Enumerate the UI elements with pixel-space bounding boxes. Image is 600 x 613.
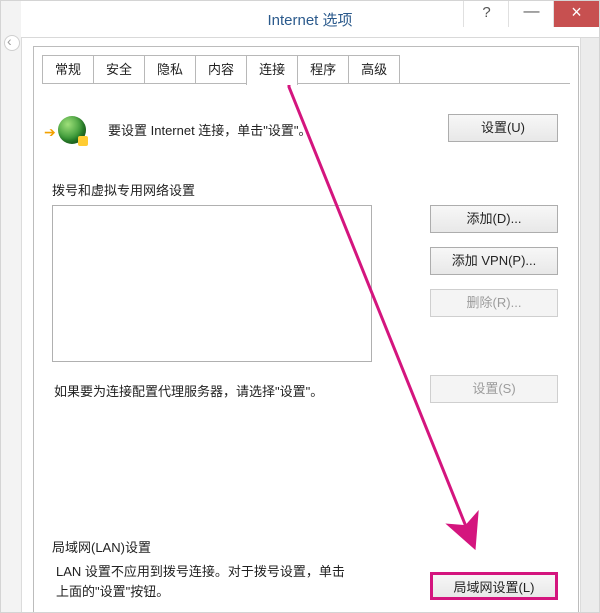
add-vpn-button[interactable]: 添加 VPN(P)...: [430, 247, 558, 275]
right-scroll-strip: [580, 37, 599, 613]
help-button[interactable]: ?: [463, 1, 509, 27]
dialup-connections-list[interactable]: [52, 205, 372, 362]
tab-advanced[interactable]: 高级: [348, 55, 400, 83]
close-button[interactable]: ×: [553, 1, 599, 27]
globe-icon: ➔: [54, 114, 88, 148]
tab-privacy[interactable]: 隐私: [144, 55, 196, 83]
proxy-note: 如果要为连接配置代理服务器，请选择"设置"。: [54, 381, 323, 400]
lan-settings-button[interactable]: 局域网设置(L): [430, 572, 558, 600]
setup-text: 要设置 Internet 连接，单击"设置"。: [108, 120, 312, 139]
tab-strip: 常规 安全 隐私 内容 连接 程序 高级: [42, 55, 570, 84]
left-window-strip: [1, 1, 22, 613]
lan-note-line1: LAN 设置不应用到拨号连接。对于拨号设置，单击: [56, 564, 345, 579]
title-bar: Internet 选项 ? — ×: [21, 1, 599, 38]
remove-button: 删除(R)...: [430, 289, 558, 317]
setup-row: ➔ 要设置 Internet 连接，单击"设置"。 设置(U): [48, 108, 564, 172]
back-icon[interactable]: [4, 35, 20, 51]
dialup-group-label: 拨号和虚拟专用网络设置: [52, 180, 564, 199]
add-button[interactable]: 添加(D)...: [430, 205, 558, 233]
lan-group-label: 局域网(LAN)设置: [52, 537, 564, 556]
tab-security[interactable]: 安全: [93, 55, 145, 83]
lan-note-line2: 上面的"设置"按钮。: [56, 584, 169, 599]
internet-options-dialog: 常规 安全 隐私 内容 连接 程序 高级 ➔ 要设置 Internet 连接，单…: [33, 46, 579, 612]
minimize-button[interactable]: —: [508, 1, 554, 27]
tab-connections[interactable]: 连接: [246, 55, 298, 85]
tab-content[interactable]: 内容: [195, 55, 247, 83]
dialog-body: ➔ 要设置 Internet 连接，单击"设置"。 设置(U) 拨号和虚拟专用网…: [34, 84, 578, 602]
tab-general[interactable]: 常规: [42, 55, 94, 83]
lan-note: LAN 设置不应用到拨号连接。对于拨号设置，单击 上面的"设置"按钮。: [56, 562, 386, 602]
dial-settings-button: 设置(S): [430, 375, 558, 403]
app-frame: Internet 选项 ? — × 常规 安全 隐私 内容 连接 程序 高级 ➔…: [0, 0, 600, 613]
tab-programs[interactable]: 程序: [297, 55, 349, 83]
dialup-buttons: 添加(D)... 添加 VPN(P)... 删除(R)...: [430, 205, 558, 331]
setup-button[interactable]: 设置(U): [448, 114, 558, 142]
dialup-area: 添加(D)... 添加 VPN(P)... 删除(R)... 如果要为连接配置代…: [48, 205, 564, 405]
